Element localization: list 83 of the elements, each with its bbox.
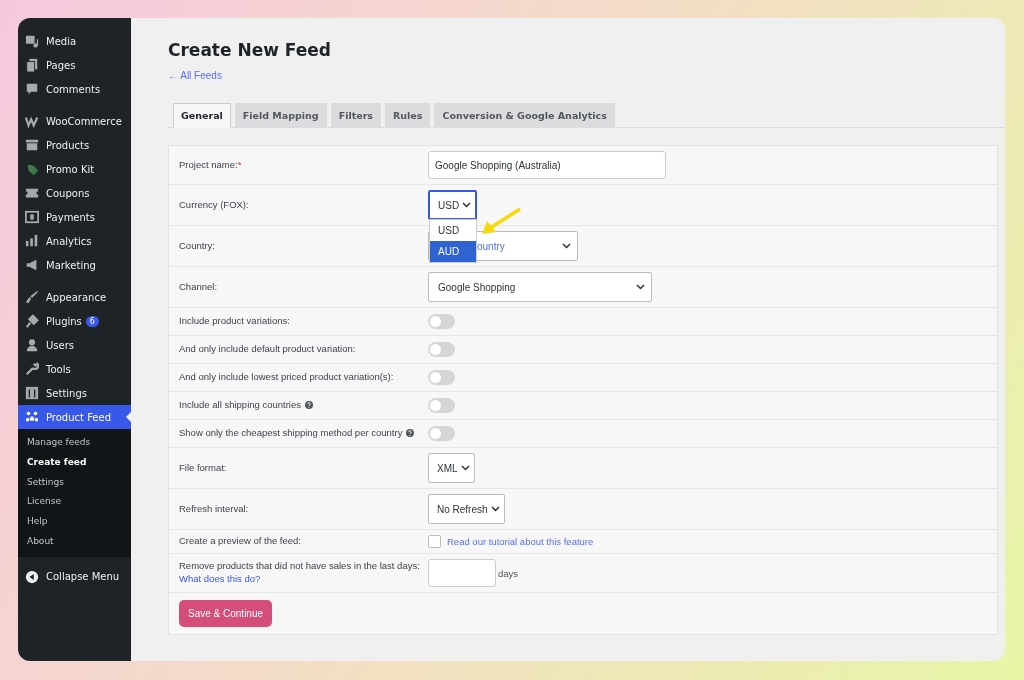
tab[interactable]: Filters [330,103,381,127]
tab[interactable]: General [173,103,231,128]
document-stack-icon [25,58,39,72]
sidebar-item[interactable]: Appearance [18,285,131,309]
chevron-down-icon [462,202,472,208]
paw-icon [25,410,39,424]
sidebar-item[interactable]: Payments [18,205,131,229]
submenu-item[interactable]: Create feed [18,452,131,473]
tab[interactable]: Rules [385,103,431,127]
project-name-field[interactable]: Google Shopping (Australia) [428,151,666,179]
tab[interactable]: Conversion & Google Analytics [434,103,615,127]
speech-bubble-icon [25,82,39,96]
sidebar-item[interactable]: Marketing [18,253,131,277]
collapse-menu-button[interactable]: Collapse Menu [18,564,131,589]
banknote-icon [25,210,39,224]
field-label: Create a preview of the feed: [178,535,302,548]
field-label: Include all shipping countries [169,399,428,412]
field-label: And only include default product variation: [178,343,357,356]
sidebar-item[interactable]: Media [18,29,131,53]
zigzag-logo-icon [25,114,39,128]
field-label: Project name:* [178,158,243,172]
checkbox[interactable] [428,535,441,548]
sidebar-item[interactable]: Settings [18,381,131,405]
box-icon [25,138,39,152]
toggle-switch[interactable] [428,342,455,357]
field-label: Remove products that did not have sales in the last days: What does this do? [178,560,421,586]
sidebar-item[interactable]: Comments [18,77,131,101]
select-field[interactable]: USD [428,190,478,220]
sidebar-item[interactable]: Products [18,133,131,157]
sidebar-item[interactable]: Product Feed [18,405,131,429]
submenu-item[interactable]: Manage feeds [18,433,131,453]
toggle-switch[interactable] [428,314,455,329]
toggle-switch[interactable] [428,398,455,413]
sidebar-item[interactable]: WooCommerce [18,109,131,133]
field-label: File format: [178,461,228,475]
tab[interactable]: Field Mapping [234,103,327,127]
field-label: Include product variations: [178,315,291,328]
chevron-down-icon [562,243,571,249]
tag-icon [25,162,39,176]
person-icon [25,338,39,352]
chevron-down-icon [490,506,500,512]
page-title: Create New Feed [168,40,332,60]
select-field[interactable]: No Refresh [428,494,505,524]
pointer-arrow [480,206,524,236]
brush-icon [25,290,39,304]
count-badge: 6 [85,315,99,327]
field-label: Channel: [178,280,219,294]
field-label: Show only the cheapest shipping method per country [169,427,428,440]
sidebar-item[interactable]: Analytics [18,229,131,253]
submenu-item[interactable]: Settings [18,472,131,493]
toggle-switch[interactable] [428,370,455,385]
submenu-item[interactable]: Help [18,512,131,532]
sliders-icon [25,386,39,400]
sidebar-item[interactable]: Plugins 6 [18,309,131,333]
sidebar-item[interactable]: Users [18,333,131,357]
field-label: Refresh interval: [178,502,250,516]
sidebar-item[interactable]: Pages [18,53,131,77]
field-label: Currency (FOX): [178,198,250,212]
bar-chart-icon [25,234,39,248]
plug-icon [25,314,39,328]
days-field[interactable] [428,559,496,587]
all-feeds-link[interactable]: ← All Feeds [168,70,222,81]
help-link[interactable]: What does this do? [179,573,261,584]
select-field[interactable]: XML [428,453,475,483]
tutorial-link[interactable]: Read our tutorial about this feature [447,536,594,547]
sidebar-item[interactable]: Promo Kit [18,157,131,181]
chevron-down-icon [636,284,645,290]
submenu-item[interactable]: About [18,532,131,552]
field-label: Country: [178,239,216,253]
megaphone-icon [25,258,39,272]
toggle-switch[interactable] [428,426,455,441]
save-continue-button[interactable]: Save & Continue [179,600,273,627]
submenu-item[interactable]: License [18,492,131,513]
photo-music-icon [25,34,39,48]
select-field[interactable]: Google Shopping [428,272,652,302]
sidebar-item[interactable]: Coupons [18,181,131,205]
field-label: And only include lowest priced product variation(s): [178,371,395,384]
sidebar-item[interactable]: Tools [18,357,131,381]
ticket-icon [25,186,39,200]
dropdown-option[interactable]: AUD [430,241,476,262]
chevron-down-icon [460,465,470,471]
days-label: days [498,567,519,579]
wrench-icon [25,362,39,376]
